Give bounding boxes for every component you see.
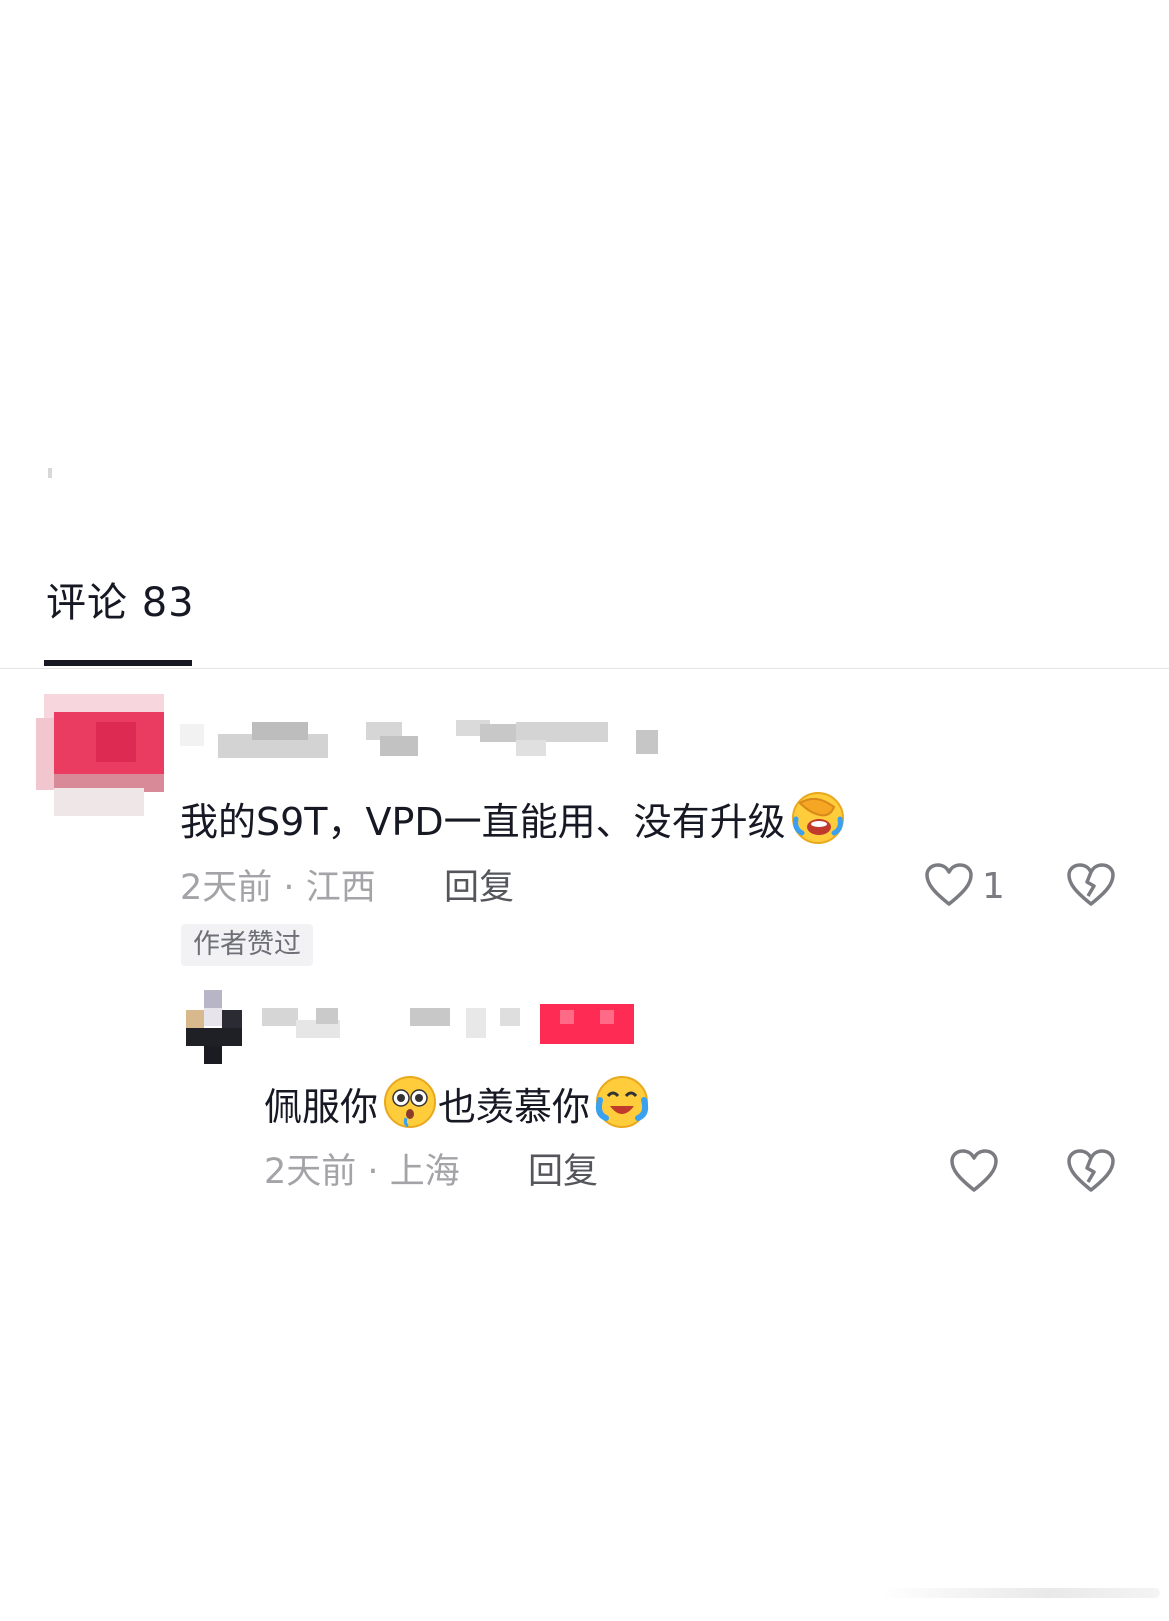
tab-comments[interactable]: 评论 83 — [46, 578, 195, 628]
like-button[interactable]: 1 — [924, 862, 1005, 912]
comment-meta: 2天前 · 江西 — [180, 866, 376, 910]
username[interactable] — [180, 718, 660, 758]
location: 上海 — [389, 1152, 460, 1192]
comment-body: 我的S9T，VPD一直能用、没有升级 — [180, 800, 786, 844]
dislike-button[interactable] — [1066, 1148, 1116, 1198]
home-indicator — [880, 1588, 1160, 1598]
reply-body-part2: 也羡慕你 — [438, 1085, 591, 1129]
comment-text: 我的S9T，VPD一直能用、没有升级 — [180, 789, 846, 857]
stray-mark — [48, 468, 52, 478]
broken-heart-icon — [1066, 1148, 1116, 1198]
broken-heart-icon — [1066, 862, 1116, 912]
like-count: 1 — [982, 866, 1005, 907]
reply-meta: 2天前 · 上海 — [264, 1150, 460, 1194]
pleading-emoji — [382, 1074, 438, 1142]
author-liked-badge: 作者赞过 — [181, 924, 313, 966]
reply-body-part1: 佩服你 — [264, 1085, 379, 1129]
like-button[interactable] — [949, 1148, 999, 1198]
tears-of-joy-emoji — [594, 1074, 650, 1142]
avatar[interactable] — [36, 688, 166, 820]
timestamp: 2天前 — [264, 1152, 357, 1192]
comment-tabs: 评论 83 — [0, 0, 1169, 669]
dislike-button[interactable] — [1066, 862, 1116, 912]
username[interactable] — [260, 1004, 640, 1048]
heart-outline-icon — [949, 1148, 999, 1198]
reply-button[interactable]: 回复 — [528, 1150, 598, 1194]
meta-separator: · — [367, 1152, 379, 1192]
meta-separator: · — [283, 868, 295, 908]
location: 江西 — [305, 868, 376, 908]
reply-text: 佩服你 也羡慕你 — [264, 1074, 650, 1142]
reply-button[interactable]: 回复 — [444, 866, 514, 910]
avatar[interactable] — [186, 990, 242, 1064]
heart-outline-icon — [924, 862, 974, 912]
facepalm-crying-emoji — [790, 789, 846, 857]
timestamp: 2天前 — [180, 868, 273, 908]
tab-active-indicator — [44, 660, 192, 666]
